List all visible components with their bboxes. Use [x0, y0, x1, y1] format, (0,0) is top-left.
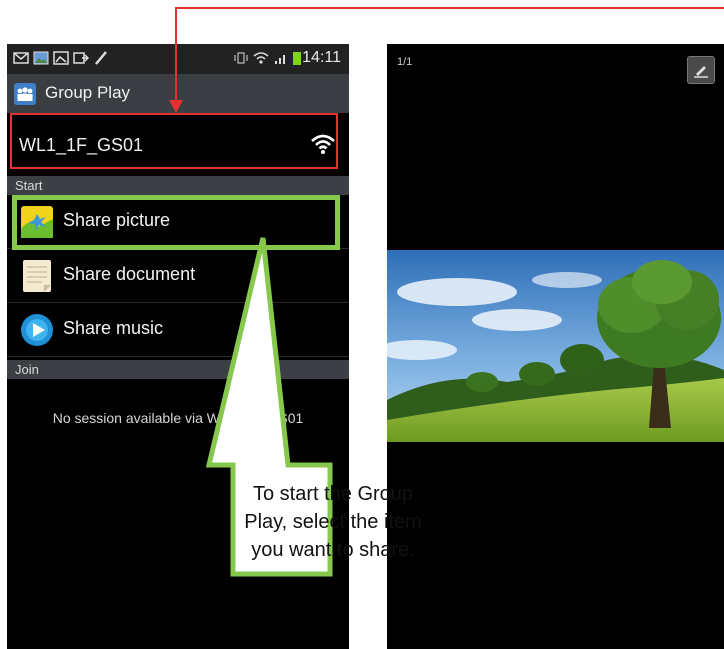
app-bar: Group Play: [7, 74, 349, 114]
music-icon: [21, 314, 53, 346]
vibrate-icon: [234, 52, 248, 64]
phone-screen-picture-viewer: 1/1: [387, 44, 724, 649]
wifi-icon: [253, 52, 269, 64]
callout-text: To start the Group Play, select the item…: [244, 483, 422, 561]
edit-button[interactable]: [687, 56, 715, 84]
share-music-item[interactable]: Share music: [7, 303, 349, 357]
edit-icon: [694, 66, 708, 78]
share-document-label: Share document: [63, 264, 196, 284]
network-highlight-box: [10, 113, 338, 169]
share-music-label: Share music: [63, 318, 164, 338]
shared-picture: [387, 250, 724, 442]
join-message: No session available via WL1_1F_GS01: [52, 410, 304, 426]
status-bar: 14:11: [7, 44, 349, 74]
picture-counter: 1/1: [397, 56, 413, 68]
document-icon: [23, 260, 51, 292]
share-document-item[interactable]: Share document: [7, 249, 349, 303]
mail-icon: [13, 52, 29, 64]
image-icon: [33, 51, 49, 65]
gallery-icon: [53, 51, 69, 65]
brush-icon: [95, 51, 107, 65]
app-title: Group Play: [45, 83, 131, 102]
notification-icon: [73, 52, 89, 64]
share-picture-highlight-box: [12, 195, 340, 250]
section-label-start: Start: [15, 178, 43, 193]
section-label-join: Join: [15, 362, 39, 377]
section-header-start: Start: [7, 176, 349, 195]
section-header-join: Join: [7, 360, 349, 379]
group-play-icon[interactable]: [14, 83, 36, 105]
status-time: 14:11: [302, 49, 341, 66]
signal-icon: [275, 55, 285, 64]
